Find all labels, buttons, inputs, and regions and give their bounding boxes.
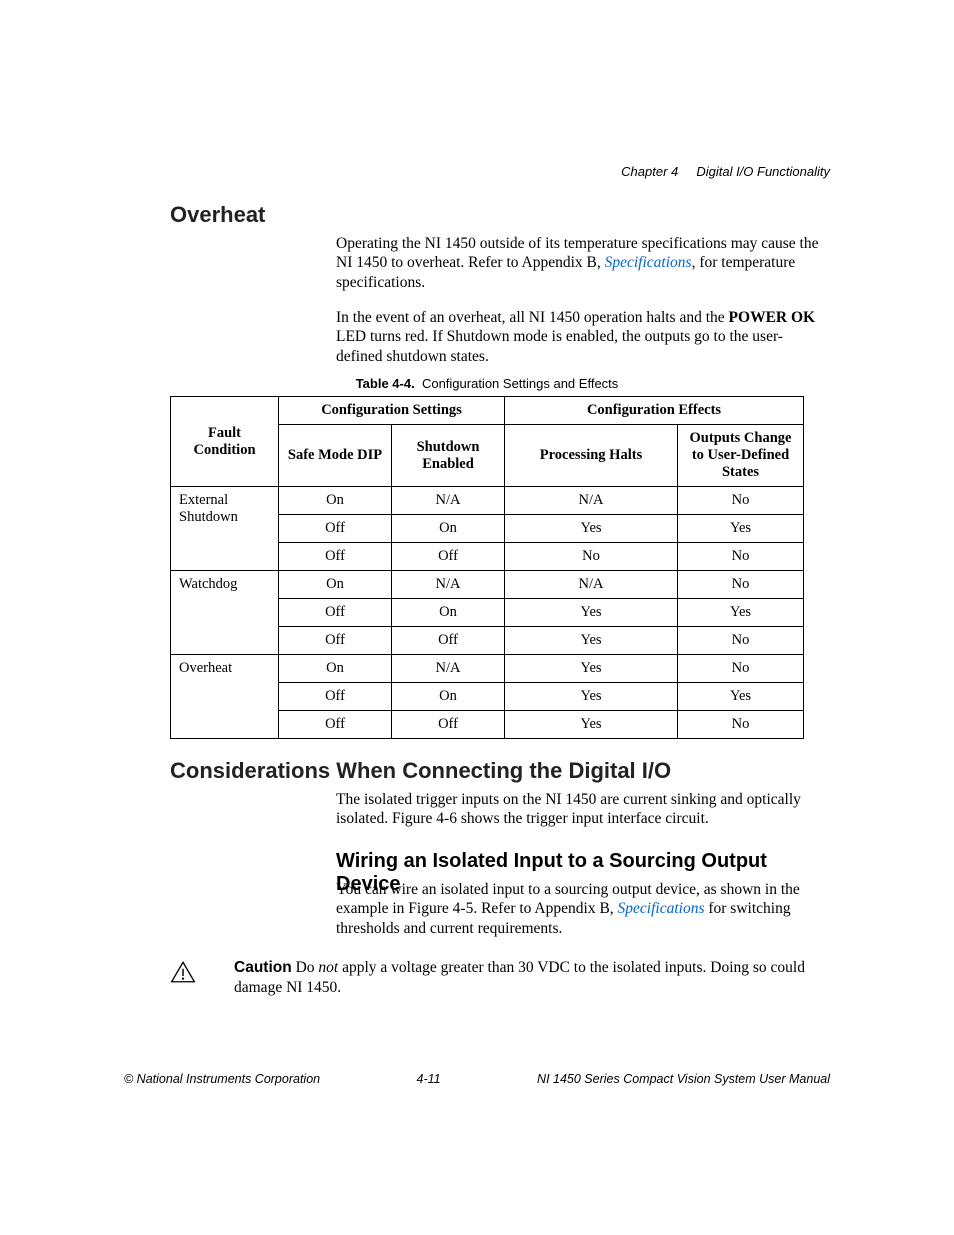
para-overheat-2: In the event of an overheat, all NI 1450… [336, 308, 826, 366]
caution-block: Caution Do not apply a voltage greater t… [170, 958, 830, 998]
para-overheat-1: Operating the NI 1450 outside of its tem… [336, 234, 826, 292]
para-considerations: The isolated trigger inputs on the NI 14… [336, 790, 826, 829]
running-header: Chapter 4 Digital I/O Functionality [621, 164, 830, 179]
table-row: Overheat On N/A Yes No [171, 655, 804, 683]
power-ok-label: POWER OK [729, 309, 816, 326]
link-specifications-2[interactable]: Specifications [618, 900, 705, 917]
table-caption: Table 4-4. Configuration Settings and Ef… [170, 376, 804, 391]
th-settings: Configuration Settings [279, 397, 505, 425]
footer-page-number: 4-11 [417, 1072, 441, 1086]
th-safe: Safe Mode DIP [279, 425, 392, 487]
config-table: Fault Condition Configuration Settings C… [170, 396, 804, 739]
th-shutdown: Shutdown Enabled [392, 425, 505, 487]
th-proc: Processing Halts [505, 425, 678, 487]
caution-label: Caution [234, 959, 292, 976]
warning-triangle-icon [170, 960, 196, 984]
chapter-label: Chapter 4 [621, 164, 678, 179]
th-outputs: Outputs Change to User-Defined States [678, 425, 804, 487]
chapter-title: Digital I/O Functionality [696, 164, 830, 179]
table-row: Watchdog On N/A N/A No [171, 571, 804, 599]
heading-considerations: Considerations When Connecting the Digit… [170, 758, 671, 784]
para-wiring: You can wire an isolated input to a sour… [336, 880, 826, 938]
table-header-row-1: Fault Condition Configuration Settings C… [171, 397, 804, 425]
link-specifications-1[interactable]: Specifications [605, 254, 692, 271]
caution-text: Caution Do not apply a voltage greater t… [234, 958, 830, 998]
th-effects: Configuration Effects [505, 397, 804, 425]
footer-copyright: © National Instruments Corporation [124, 1072, 320, 1086]
table-row: External Shutdown On N/A N/A No [171, 487, 804, 515]
heading-overheat: Overheat [170, 202, 265, 228]
footer-manual-title: NI 1450 Series Compact Vision System Use… [537, 1072, 830, 1086]
page: Chapter 4 Digital I/O Functionality Over… [0, 0, 954, 1235]
page-footer: © National Instruments Corporation 4-11 … [124, 1072, 830, 1086]
th-fault: Fault Condition [171, 397, 279, 487]
